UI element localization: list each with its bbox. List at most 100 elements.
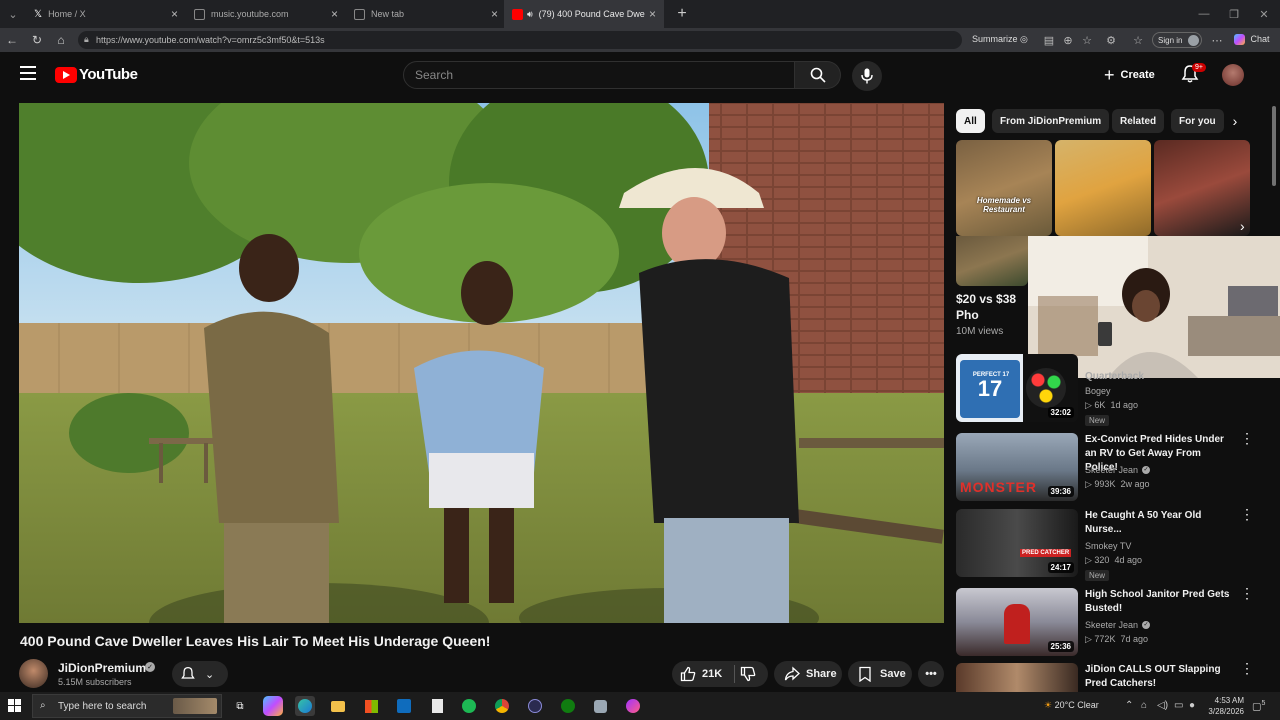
more-menu-icon[interactable]: ⋯: [1210, 33, 1224, 47]
search-button[interactable]: [795, 61, 841, 89]
summarize-button[interactable]: Summarize ◎: [972, 34, 1028, 45]
video-thumbnail[interactable]: MONSTER 39:36: [956, 433, 1078, 501]
task-view-icon[interactable]: ⧉: [230, 696, 250, 716]
microphone-icon[interactable]: ●: [1189, 700, 1195, 711]
short-card[interactable]: Homemade vs Restaurant: [956, 140, 1052, 236]
tab-new-tab[interactable]: New tab ×: [346, 0, 506, 28]
close-tab-icon[interactable]: ×: [171, 7, 178, 21]
chrome-icon[interactable]: [492, 696, 512, 716]
maximize-icon[interactable]: ❐: [1218, 0, 1250, 28]
read-aloud-icon[interactable]: ▤: [1042, 33, 1056, 47]
file-explorer-icon[interactable]: [328, 696, 348, 716]
channel-name[interactable]: Smokey TV: [1085, 541, 1131, 551]
recommendation-item[interactable]: 17 PERFECT 17 32:02 Quarterback Bogey ▷ …: [956, 354, 1256, 426]
more-vertical-icon[interactable]: ⋮: [1240, 431, 1254, 445]
chip-all[interactable]: All: [956, 109, 985, 133]
close-window-icon[interactable]: ✕: [1248, 0, 1280, 28]
chip-for-you[interactable]: For you: [1171, 109, 1224, 133]
share-button[interactable]: Share: [774, 661, 842, 687]
minimize-icon[interactable]: —: [1188, 0, 1220, 28]
close-tab-icon[interactable]: ×: [491, 7, 498, 21]
chip-related[interactable]: Related: [1112, 109, 1165, 133]
more-vertical-icon[interactable]: ⋮: [1240, 507, 1254, 521]
favorite-star-icon[interactable]: ☆: [1080, 33, 1094, 47]
taskbar-search-input[interactable]: ⌕ Type here to search: [32, 694, 222, 718]
notepad-icon[interactable]: [427, 696, 447, 716]
video-thumbnail[interactable]: 17 PERFECT 17 32:02: [956, 354, 1078, 422]
recommendation-item[interactable]: MONSTER 39:36 Ex-Convict Pred Hides Unde…: [956, 431, 1256, 505]
channel-avatar[interactable]: [19, 659, 48, 688]
video-player[interactable]: [19, 103, 944, 623]
user-avatar[interactable]: [1222, 64, 1244, 86]
video-thumbnail[interactable]: 25:36: [956, 588, 1078, 656]
microsoft-store-icon[interactable]: [361, 696, 381, 716]
xbox-icon[interactable]: [558, 696, 578, 716]
sign-in-button[interactable]: Sign in: [1152, 32, 1202, 48]
chevron-right-icon[interactable]: ›: [1226, 112, 1244, 130]
short-card[interactable]: [1154, 140, 1250, 236]
more-vertical-icon[interactable]: ⋮: [1240, 663, 1254, 675]
voice-search-button[interactable]: [852, 61, 882, 91]
search-input[interactable]: Search: [403, 61, 795, 89]
channel-name[interactable]: Skeeter Jean ✓: [1085, 465, 1151, 475]
url-field[interactable]: 🔒︎ https://www.youtube.com/watch?v=omrz5…: [78, 31, 962, 49]
battery-icon[interactable]: ▭: [1174, 700, 1183, 711]
video-thumbnail[interactable]: PRED CATCHER 24:17: [956, 509, 1078, 577]
short-thumbnail[interactable]: [956, 236, 1028, 286]
settings-app-icon[interactable]: [590, 696, 610, 716]
home-icon[interactable]: ⌂: [53, 32, 69, 48]
media-app-icon[interactable]: [525, 696, 545, 716]
youtube-logo[interactable]: YouTube: [55, 66, 138, 83]
menu-icon[interactable]: [20, 66, 36, 80]
favorites-icon[interactable]: ☆: [1131, 33, 1145, 47]
edge-browser-icon[interactable]: [295, 696, 315, 716]
back-icon[interactable]: ←: [4, 32, 20, 48]
weather-widget[interactable]: ☀ 20°C Clear: [1044, 700, 1099, 711]
like-button[interactable]: 21K: [672, 666, 722, 682]
tab-music-youtube[interactable]: music.youtube.com ×: [186, 0, 346, 28]
speaker-icon[interactable]: ◁): [1157, 700, 1168, 711]
dislike-button[interactable]: [740, 666, 756, 685]
copilot-chat-button[interactable]: Chat: [1234, 34, 1270, 46]
tab-youtube-video[interactable]: 🔊︎ (79) 400 Pound Cave Dweller ×: [504, 0, 664, 28]
subscription-bell-button[interactable]: ⌄: [172, 661, 228, 687]
channel-name[interactable]: JiDionPremium: [58, 661, 146, 675]
page-scrollbar[interactable]: [1270, 98, 1278, 688]
new-tab-button[interactable]: +: [666, 0, 698, 28]
channel-name[interactable]: Bogey: [1085, 386, 1111, 396]
zoom-icon[interactable]: ⊕: [1061, 33, 1075, 47]
recommendation-item[interactable]: JiDion CALLS OUT Slapping Pred Catchers!…: [956, 663, 1256, 692]
create-button[interactable]: + Create: [1104, 64, 1155, 86]
video-title[interactable]: High School Janitor Pred Gets Busted!: [1085, 588, 1233, 616]
chevron-right-icon[interactable]: ›: [1240, 218, 1245, 234]
tab-list-button[interactable]: ⌄: [0, 0, 26, 28]
copilot-app-icon[interactable]: [263, 696, 283, 716]
chip-from-channel[interactable]: From JiDionPremium: [992, 109, 1110, 133]
scrollbar-thumb[interactable]: [1272, 106, 1276, 186]
video-title[interactable]: He Caught A 50 Year Old Nurse...: [1085, 509, 1233, 537]
network-icon[interactable]: ⌂: [1141, 700, 1147, 711]
more-vertical-icon[interactable]: ⋮: [1240, 586, 1254, 600]
close-tab-icon[interactable]: ×: [331, 7, 338, 21]
close-tab-icon[interactable]: ×: [649, 7, 656, 21]
video-title[interactable]: JiDion CALLS OUT Slapping Pred Catchers!: [1085, 663, 1233, 691]
extensions-icon[interactable]: ⚙: [1104, 33, 1118, 47]
recommendation-item[interactable]: PRED CATCHER 24:17 He Caught A 50 Year O…: [956, 507, 1256, 581]
tab-home-x[interactable]: 𝕏 Home / X ×: [26, 0, 186, 28]
windows-start-icon[interactable]: [8, 699, 22, 713]
video-thumbnail[interactable]: [956, 663, 1078, 692]
save-button[interactable]: Save: [848, 661, 912, 687]
taskbar-clock[interactable]: 4:53 AM 3/28/2026: [1200, 695, 1244, 717]
spotify-icon[interactable]: [459, 696, 479, 716]
more-actions-button[interactable]: •••: [918, 661, 944, 687]
notification-center-icon[interactable]: ▢5: [1252, 700, 1265, 712]
messenger-icon[interactable]: [623, 696, 643, 716]
outlook-icon[interactable]: [394, 696, 414, 716]
chevron-up-icon[interactable]: ⌃: [1125, 700, 1133, 711]
short-card[interactable]: [1055, 140, 1151, 236]
short-title[interactable]: $20 vs $38 Pho: [956, 291, 1026, 323]
speaker-icon[interactable]: 🔊︎: [527, 9, 533, 20]
recommendation-item[interactable]: 25:36 High School Janitor Pred Gets Bust…: [956, 586, 1256, 660]
video-title[interactable]: Quarterback: [1085, 370, 1233, 384]
refresh-icon[interactable]: ↻: [29, 32, 45, 48]
